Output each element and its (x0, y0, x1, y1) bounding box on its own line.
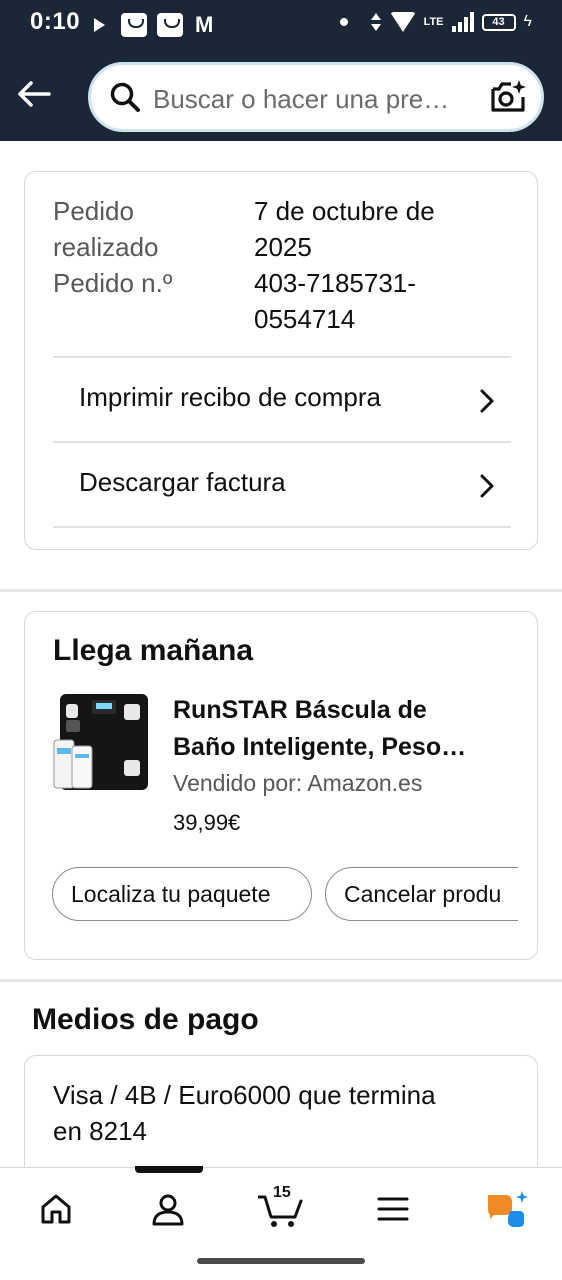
order-number-label: Pedido n.º (53, 268, 173, 298)
account-icon (152, 1194, 184, 1226)
section-divider (0, 979, 562, 982)
delivery-title: Llega mañana (53, 634, 254, 667)
nav-menu[interactable] (369, 1186, 417, 1232)
back-button[interactable] (14, 74, 54, 114)
menu-icon (377, 1197, 409, 1221)
divider (53, 526, 511, 528)
payment-method: en 8214 (53, 1116, 147, 1146)
download-invoice-link[interactable]: Descargar factura (53, 441, 511, 526)
print-receipt-label: Imprimir recibo de compra (79, 382, 381, 412)
nav-rufus[interactable] (482, 1186, 530, 1232)
status-time: 0:10 (30, 8, 81, 35)
order-date-value: 7 de octubre de (254, 196, 435, 226)
battery-icon: 43 (481, 13, 516, 31)
nav-cart[interactable]: 15 (256, 1184, 306, 1232)
order-info-card: Pedido realizado 7 de octubre de 2025 Pe… (24, 171, 538, 550)
order-date-label: Pedido (53, 196, 134, 226)
signal-icon (451, 12, 474, 32)
network-type: LTE (423, 15, 444, 28)
delivery-card: Llega mañana RunSTAR Báscula de Baño Int… (24, 611, 538, 960)
charging-icon: ϟ (523, 13, 532, 30)
status-bar: 0:10 M LTE 43 ϟ (0, 0, 562, 46)
back-arrow-icon (18, 81, 51, 107)
nav-home[interactable] (32, 1186, 80, 1232)
order-date-label: realizado (53, 232, 159, 262)
home-icon (41, 1194, 71, 1224)
chevron-right-icon (480, 389, 494, 413)
section-divider (0, 589, 562, 592)
order-date-value: 2025 (254, 232, 312, 262)
action-buttons: Localiza tu paquete Cancelar produ (52, 867, 518, 923)
product-price: 39,99€ (173, 810, 241, 835)
nav-account[interactable] (144, 1186, 192, 1232)
chevron-right-icon (480, 474, 494, 498)
wifi-icon (389, 12, 416, 32)
product-seller: Vendido por: Amazon.es (173, 770, 423, 796)
search-placeholder: Buscar o hacer una pre… (153, 84, 450, 114)
play-icon (94, 18, 105, 32)
product-title[interactable]: RunSTAR Báscula de (173, 696, 427, 725)
system-icons: LTE 43 ϟ (339, 12, 532, 32)
camera-icon[interactable] (489, 79, 527, 115)
product-image[interactable] (52, 692, 150, 792)
data-arrows-icon (370, 13, 381, 31)
search-input[interactable]: Buscar o hacer una pre… (88, 62, 544, 132)
gmail-icon: M (195, 12, 214, 37)
dot-icon (339, 18, 348, 26)
active-tab-indicator (135, 1166, 203, 1173)
print-receipt-link[interactable]: Imprimir recibo de compra (53, 356, 511, 441)
product-title[interactable]: Baño Inteligente, Peso… (173, 733, 466, 762)
download-invoice-label: Descargar factura (79, 467, 286, 497)
order-number-value: 0554714 (254, 304, 356, 334)
payment-method: Visa / 4B / Euro6000 que termina (53, 1080, 436, 1110)
app-header: Buscar o hacer una pre… (0, 46, 562, 141)
amazon-notification-icon (157, 13, 183, 37)
notification-icons: M (94, 12, 213, 38)
track-package-button[interactable]: Localiza tu paquete (52, 867, 312, 921)
gesture-bar (197, 1258, 365, 1264)
cart-count: 15 (273, 1184, 291, 1201)
payment-section-title: Medios de pago (32, 1003, 259, 1036)
search-icon (110, 82, 140, 112)
amazon-notification-icon (121, 13, 147, 37)
rufus-icon (488, 1191, 528, 1227)
cancel-product-button[interactable]: Cancelar produ (325, 867, 518, 921)
order-number-value: 403-7185731- (254, 268, 416, 298)
